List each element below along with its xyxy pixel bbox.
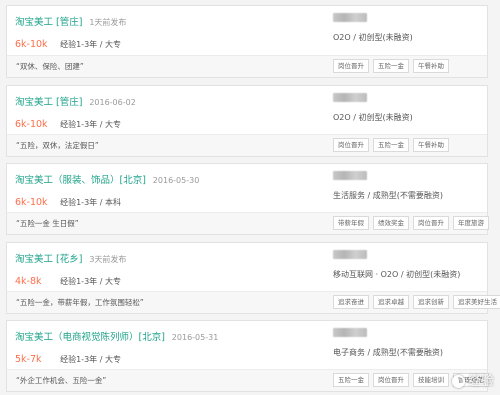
benefit-tag: 午餐补助: [413, 138, 449, 152]
publish-date: 2016-06-02: [89, 98, 136, 107]
benefit-tag: 追求创新: [413, 295, 449, 309]
requirements: 经验1-3年 / 本科: [60, 198, 121, 207]
benefit-tags: 岗位晋升 五险一金 午餐补助: [333, 138, 453, 152]
benefit-tag: 五险一金: [373, 138, 409, 152]
company-industry: 生活服务 / 成熟型(不需要融资): [333, 191, 444, 200]
company-name-redacted[interactable]: [333, 93, 367, 102]
requirements: 经验1-3年 / 大专: [60, 120, 121, 129]
job-card-footer: “五险一金 生日假” 带薪年假 绩效奖金 岗位晋升 年度旅游: [7, 212, 489, 234]
job-title-link[interactable]: 淘宝美工（电商视觉陈列师）[北京]: [15, 332, 165, 343]
watermark-text: 经验: [467, 374, 494, 389]
job-info: 6k-10k 经验1-3年 / 大专: [15, 32, 121, 51]
publish-date: 2016-05-31: [171, 333, 219, 342]
benefit-tag: 岗位晋升: [413, 216, 449, 230]
job-title-line: 淘宝美工 [花乡] 3天前发布: [15, 251, 126, 265]
requirements: 经验1-3年 / 大专: [60, 277, 121, 286]
job-card-footer: “外企工作机会、五险一金” 五险一金 岗位晋升 技能培训 管理规范: [7, 369, 489, 391]
job-advantage: “五险一金，带薪年假，工作氛围轻松”: [16, 298, 144, 307]
company-industry: 电子商务 / 成熟型(不需要融资): [333, 348, 444, 357]
job-title-link[interactable]: 淘宝美工 [花乡]: [15, 254, 82, 265]
job-card-main: 淘宝美工（电商视觉陈列师）[北京] 2016-05-31 5k-7k 经验1-3…: [7, 321, 487, 366]
company-industry: O2O / 初创型(未融资): [333, 113, 413, 122]
salary: 6k-10k: [15, 119, 48, 130]
requirements: 经验1-3年 / 大专: [60, 40, 121, 49]
benefit-tag: 五险一金: [333, 373, 369, 387]
benefit-tag: 午餐补助: [413, 59, 449, 73]
benefit-tag: 绩效奖金: [373, 216, 409, 230]
company-industry: O2O / 初创型(未融资): [333, 33, 413, 42]
publish-date: 2016-05-30: [152, 176, 200, 185]
benefit-tag: 年度旅游: [453, 216, 489, 230]
job-card-main: 淘宝美工 [管庄] 1天前发布 6k-10k 经验1-3年 / 大专 O2O /…: [7, 6, 487, 51]
job-card-footer: “双休、保险、团建” 岗位晋升 五险一金 午餐补助: [7, 55, 487, 77]
job-card-main: 淘宝美工（服装、饰品）[北京] 2016-05-30 6k-10k 经验1-3年…: [7, 164, 487, 209]
benefit-tag: 五险一金: [373, 59, 409, 73]
company-name-redacted[interactable]: [333, 250, 367, 259]
job-title-line: 淘宝美工 [管庄] 1天前发布: [15, 14, 126, 28]
job-info: 4k-8k 经验1-3年 / 大专: [15, 269, 121, 288]
benefit-tags: 带薪年假 绩效奖金 岗位晋升 年度旅游: [333, 216, 493, 230]
job-advantage: “五险一金 生日假”: [16, 219, 79, 228]
job-title-line: 淘宝美工（服装、饰品）[北京] 2016-05-30: [15, 172, 199, 186]
company-name-redacted[interactable]: [333, 328, 367, 337]
job-card[interactable]: 淘宝美工（服装、饰品）[北京] 2016-05-30 6k-10k 经验1-3年…: [6, 163, 489, 235]
job-advantage: “双休、保险、团建”: [16, 62, 84, 71]
watermark: 经验: [451, 370, 494, 389]
company-name-redacted[interactable]: [333, 171, 367, 180]
job-list: 淘宝美工 [管庄] 1天前发布 6k-10k 经验1-3年 / 大专 O2O /…: [0, 0, 500, 395]
salary: 6k-10k: [15, 197, 48, 208]
publish-date: 3天前发布: [89, 255, 127, 264]
salary: 6k-10k: [15, 39, 48, 50]
watermark-logo-icon: [451, 375, 465, 388]
company-name-redacted[interactable]: [333, 13, 367, 22]
benefit-tag: 岗位晋升: [333, 138, 369, 152]
job-card[interactable]: 淘宝美工 [花乡] 3天前发布 4k-8k 经验1-3年 / 大专 移动互联网 …: [6, 242, 500, 314]
job-advantage: “外企工作机会、五险一金”: [16, 376, 107, 385]
job-advantage: “五险，双休，法定假日”: [16, 141, 99, 150]
job-card[interactable]: 淘宝美工（电商视觉陈列师）[北京] 2016-05-31 5k-7k 经验1-3…: [6, 320, 489, 392]
benefit-tag: 技能培训: [413, 373, 449, 387]
job-info: 6k-10k 经验1-3年 / 大专: [15, 112, 121, 131]
benefit-tag: 带薪年假: [333, 216, 369, 230]
job-info: 5k-7k 经验1-3年 / 大专: [15, 347, 121, 366]
job-title-link[interactable]: 淘宝美工（服装、饰品）[北京]: [15, 175, 146, 186]
job-card-main: 淘宝美工 [管庄] 2016-06-02 6k-10k 经验1-3年 / 大专 …: [7, 86, 487, 131]
job-title-line: 淘宝美工（电商视觉陈列师）[北京] 2016-05-31: [15, 329, 218, 343]
job-title-line: 淘宝美工 [管庄] 2016-06-02: [15, 94, 136, 108]
job-title-link[interactable]: 淘宝美工 [管庄]: [15, 97, 82, 108]
benefit-tag: 追求美好生活: [453, 295, 500, 309]
job-card-footer: “五险，双休，法定假日” 岗位晋升 五险一金 午餐补助: [7, 134, 487, 156]
job-card-main: 淘宝美工 [花乡] 3天前发布 4k-8k 经验1-3年 / 大专 移动互联网 …: [7, 243, 487, 288]
benefit-tag: 岗位晋升: [333, 59, 369, 73]
company-industry: 移动互联网 · O2O / 初创型(未融资): [333, 270, 461, 279]
job-card-footer: “五险一金，带薪年假，工作氛围轻松” 追求奋进 追求卓越 追求创新 追求美好生活: [7, 291, 500, 313]
benefit-tags: 岗位晋升 五险一金 午餐补助: [333, 59, 453, 73]
requirements: 经验1-3年 / 大专: [60, 355, 121, 364]
salary: 5k-7k: [15, 354, 42, 365]
benefit-tag: 岗位晋升: [373, 373, 409, 387]
benefit-tag: 追求卓越: [373, 295, 409, 309]
benefit-tags: 追求奋进 追求卓越 追求创新 追求美好生活: [333, 295, 500, 309]
salary: 4k-8k: [15, 276, 42, 287]
publish-date: 1天前发布: [89, 18, 127, 27]
benefit-tag: 追求奋进: [333, 295, 369, 309]
job-info: 6k-10k 经验1-3年 / 本科: [15, 190, 121, 209]
job-card[interactable]: 淘宝美工 [管庄] 2016-06-02 6k-10k 经验1-3年 / 大专 …: [6, 85, 488, 157]
job-title-link[interactable]: 淘宝美工 [管庄]: [15, 17, 82, 28]
job-card[interactable]: 淘宝美工 [管庄] 1天前发布 6k-10k 经验1-3年 / 大专 O2O /…: [6, 5, 488, 78]
